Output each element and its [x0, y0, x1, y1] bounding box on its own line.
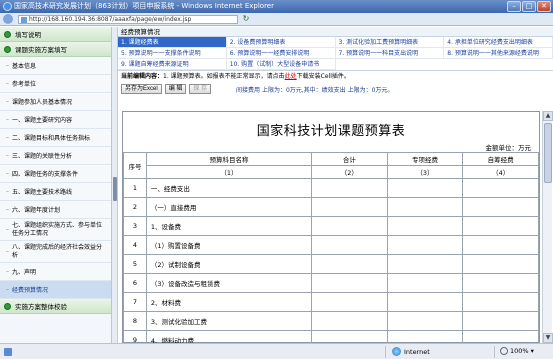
ie-icon — [3, 2, 12, 11]
amount-unit: 金额单位：万元 — [485, 144, 532, 152]
subheader-4: （4） — [462, 165, 539, 179]
chevron-down-icon: ▾ — [530, 347, 534, 355]
splitter-grip-icon[interactable] — [113, 177, 117, 201]
nav-item-research-content[interactable]: – 一、课题主要研究内容 — [0, 111, 111, 129]
zoom-icon — [500, 347, 508, 355]
sheet-title: 国家科技计划课题预算表 — [256, 124, 406, 139]
green-bullet-icon — [4, 45, 11, 53]
nav-item-support[interactable]: – 四、课题任务的支撑条件 — [0, 165, 111, 183]
table-row: 3 1、设备费 — [123, 216, 539, 236]
nav-item-personnel[interactable]: – 课题参加人员基本情况 — [0, 93, 111, 111]
subheader-2: （2） — [311, 165, 388, 179]
close-button[interactable]: ✕ — [537, 1, 551, 12]
table-row: 9 4、燃料动力费 — [123, 330, 539, 343]
panel-title: 经费预算情况 — [118, 27, 553, 37]
nav-item-tech-route[interactable]: – 五、课题主要技术路线 — [0, 183, 111, 201]
tab-budget-table[interactable]: 1. 课题经费表 — [118, 37, 227, 48]
status-bar: Internet 100% ▾ — [0, 343, 553, 359]
edit-button[interactable]: 编 辑 — [164, 84, 187, 94]
window-title: 国家高技术研究发展计划（863计划）项目申报系统 - Windows Inter… — [14, 2, 274, 10]
sheet-scrollbar[interactable]: ▲ ▼ — [542, 111, 553, 343]
nav-item-budget[interactable]: – 经费预算情况 — [0, 281, 111, 299]
indirect-cost-limit: 间接费用 上限为：0万元,其中：绩效支出 上限为：0万元。 — [236, 86, 394, 94]
nav-item-units[interactable]: – 参考单位 — [0, 75, 111, 93]
page-icon — [21, 17, 27, 23]
budget-sheet: 国家科技计划课题预算表 金额单位：万元 序号 预算科目名称 合计 专项经费 自筹… — [122, 111, 540, 343]
tab-testing-detail[interactable]: 3. 测试化验加工费预算明细表 — [335, 37, 445, 48]
tab-other-source-note[interactable]: 8. 预算说明一一其他来源经费说明 — [444, 48, 553, 59]
nav-section-validation[interactable]: 实施方案整体校验 — [0, 299, 111, 314]
table-row: 7 2、材料费 — [123, 292, 539, 312]
maximize-button[interactable]: □ — [522, 1, 536, 12]
left-navigation: 填写说明 课题实施方案填写 – 基本信息 – 参考单位 – 课题参加人员基本情况 – 一… — [0, 27, 112, 343]
minimize-button[interactable]: – — [507, 1, 521, 12]
page-done-icon — [4, 348, 12, 356]
address-input[interactable]: http://168.160.194.36:8087/aaaxfa/page/e… — [18, 15, 238, 24]
security-zone: Internet — [392, 347, 430, 356]
tab-support-note[interactable]: 5. 预算说明一一支撑条件说明 — [118, 48, 227, 59]
save-button[interactable]: 保 存 — [189, 84, 212, 94]
table-row: 2 （一）直接费用 — [123, 197, 539, 217]
scroll-down-icon[interactable]: ▼ — [543, 333, 553, 343]
back-icon[interactable] — [3, 14, 13, 24]
table-row: 1 一、经费支出 — [123, 178, 539, 198]
header-seq: 序号 — [123, 152, 147, 179]
globe-icon — [392, 347, 401, 356]
nav-section-instructions[interactable]: 填写说明 — [0, 27, 111, 42]
nav-item-relevance[interactable]: – 三、课题的关联性分析 — [0, 147, 111, 165]
header-self: 自筹经费 — [462, 152, 539, 166]
scroll-thumb[interactable] — [544, 123, 552, 183]
nav-item-benefits[interactable]: – 八、课题完成后的经济社会效益分析 — [0, 241, 111, 263]
cell-plugin-link[interactable]: 此处 — [285, 73, 297, 80]
header-name: 预算科目名称 — [145, 152, 313, 166]
budget-table: 序号 预算科目名称 合计 专项经费 自筹经费 （1） （2） （3） （4） 1… — [123, 152, 539, 343]
window-titlebar: 国家高技术研究发展计划（863计划）项目申报系统 - Windows Inter… — [0, 0, 553, 13]
tab-equipment-detail[interactable]: 2. 设备费预算明细表 — [226, 37, 336, 48]
refresh-icon[interactable]: ↻ — [241, 15, 251, 24]
table-row: 5 （2）试制设备费 — [123, 254, 539, 274]
tab-unit-expense-detail[interactable]: 4. 承担单位研究经费支出明细表 — [444, 37, 553, 48]
nav-item-basic-info[interactable]: – 基本信息 — [0, 57, 111, 75]
tab-self-funding-proof[interactable]: 9. 课题自筹经费来源证明 — [118, 59, 227, 70]
nav-section-proposal[interactable]: 课题实施方案填写 — [0, 42, 111, 57]
main-panel: 经费预算情况 1. 课题经费表 2. 设备费预算明细表 3. 测试化验加工费预算… — [118, 27, 553, 343]
header-total: 合计 — [311, 152, 388, 166]
status-divider — [494, 346, 495, 358]
zoom-control[interactable]: 100% ▾ — [500, 347, 534, 355]
budget-tabs: 1. 课题经费表 2. 设备费预算明细表 3. 测试化验加工费预算明细表 4. … — [118, 37, 553, 71]
address-bar-row: http://168.160.194.36:8087/aaaxfa/page/e… — [0, 13, 553, 26]
green-bullet-icon — [4, 30, 11, 38]
table-row: 4 （1）购置设备费 — [123, 235, 539, 255]
subheader-1: （1） — [145, 165, 313, 179]
editing-info: 当前编辑内容：1. 课题预算表。如报表不能正常显示，请点击此处下载安装Cell插… — [121, 73, 350, 80]
window-controls: – □ ✕ — [507, 1, 551, 12]
tab-subject-note[interactable]: 7. 预算说明一一科目支出说明 — [335, 48, 445, 59]
nav-item-statement[interactable]: – 九、声明 — [0, 263, 111, 281]
subheader-3: （3） — [386, 165, 464, 179]
tab-arrangement-note[interactable]: 6. 预算说明一一经费安排说明 — [226, 48, 336, 59]
nav-item-targets[interactable]: – 二、课题目标和具体任务指标 — [0, 129, 111, 147]
nav-item-annual-plan[interactable]: – 六、课题年度计划 — [0, 201, 111, 219]
green-bullet-icon — [4, 302, 11, 310]
status-divider — [385, 346, 386, 358]
export-excel-button[interactable]: 另存为Excel — [121, 84, 162, 94]
table-row: 8 3、测试化验加工费 — [123, 311, 539, 331]
nav-list: – 基本信息 – 参考单位 – 课题参加人员基本情况 – 一、课题主要研究内容 – 二、课… — [0, 57, 111, 299]
table-row: 6 （3）设备改造与租赁费 — [123, 273, 539, 293]
nav-item-organization[interactable]: – 七、课题组织实施方式、参与单位任务分工情况 — [0, 219, 111, 241]
tab-large-equipment[interactable]: 10. 购置（试制）大型设备申请书 — [226, 59, 336, 70]
header-special: 专项经费 — [386, 152, 464, 166]
sheet-toolbar: 另存为Excel 编 辑 保 存 间接费用 上限为：0万元,其中：绩效支出 上限… — [118, 82, 553, 96]
scroll-up-icon[interactable]: ▲ — [543, 111, 553, 121]
